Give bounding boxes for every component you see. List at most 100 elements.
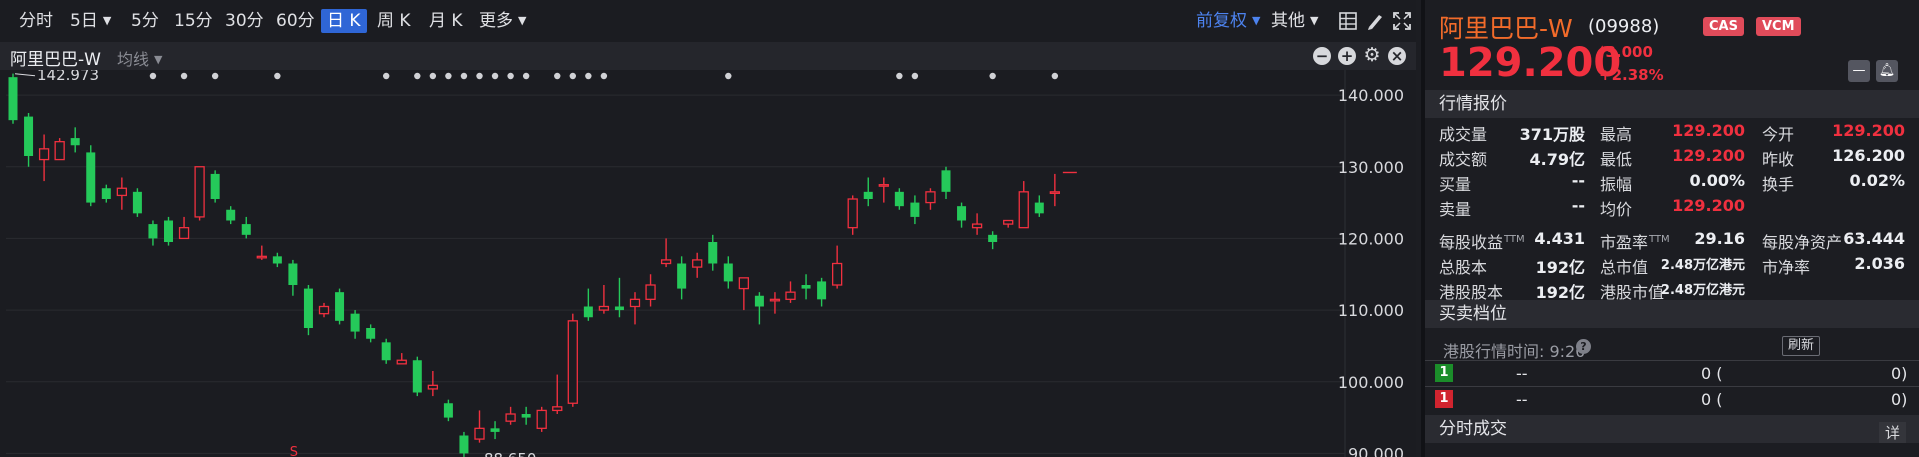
quote-value: -- bbox=[1571, 196, 1585, 215]
chevron-down-icon: ▼ bbox=[1310, 14, 1319, 27]
quote-label: 每股净资产 bbox=[1762, 233, 1843, 252]
candle-body bbox=[381, 342, 391, 361]
grid-icon[interactable] bbox=[1338, 11, 1358, 31]
period-5min[interactable]: 5分 bbox=[128, 9, 162, 33]
candle-body bbox=[769, 298, 781, 302]
bell-icon[interactable]: 🔔︎ bbox=[1876, 60, 1898, 82]
quote-value: 4.431 bbox=[1534, 229, 1585, 248]
chevron-down-icon: ▼ bbox=[1252, 14, 1261, 27]
high-pointer bbox=[14, 73, 36, 77]
adjust-dropdown[interactable]: 前复权 ▼ bbox=[1193, 9, 1263, 33]
candle-body bbox=[894, 191, 904, 207]
indicator-label: 均线 bbox=[117, 50, 150, 69]
period-60min[interactable]: 60分 bbox=[273, 9, 318, 33]
period-monthly-k[interactable]: 月 K bbox=[426, 9, 466, 33]
orderbook-row-ask: 1 -- 0 ( 0) bbox=[1425, 386, 1919, 410]
period-15min[interactable]: 15分 bbox=[171, 9, 216, 33]
vcm-badge[interactable]: VCM bbox=[1756, 17, 1801, 36]
gear-icon[interactable]: ⚙ bbox=[1363, 46, 1381, 65]
candle-body bbox=[957, 206, 967, 221]
event-dot bbox=[507, 72, 514, 80]
candle-body bbox=[567, 320, 578, 404]
candle-body bbox=[350, 313, 360, 332]
quote-label: 市盈率 bbox=[1600, 233, 1649, 252]
quote-label: 成交量 bbox=[1439, 125, 1488, 144]
bid-level-badge: 1 bbox=[1435, 364, 1453, 382]
candle-body bbox=[86, 152, 96, 203]
quote-value: 129.200 bbox=[1832, 121, 1905, 140]
event-dot bbox=[445, 72, 452, 80]
indicator-dropdown[interactable]: 均线 ▼ bbox=[117, 46, 162, 70]
period-30min[interactable]: 30分 bbox=[222, 9, 267, 33]
candle-body bbox=[645, 284, 656, 300]
draw-pen-icon[interactable] bbox=[1365, 11, 1385, 31]
candle-body bbox=[754, 295, 764, 307]
other-dropdown[interactable]: 其他 ▼ bbox=[1268, 9, 1321, 33]
candle-body bbox=[692, 259, 703, 268]
candle-body bbox=[660, 259, 672, 265]
chart-header: 阿里巴巴-W 均线 ▼ − + ⚙ × bbox=[0, 42, 1416, 70]
gridlines bbox=[6, 70, 1346, 457]
quote-value: 63.444 bbox=[1843, 229, 1905, 248]
quote-value: 2.48万亿港元 bbox=[1660, 258, 1745, 273]
chevron-down-icon: ▼ bbox=[154, 53, 163, 66]
candle-body bbox=[116, 187, 127, 197]
y-tick-label: 90.000 bbox=[1348, 444, 1404, 457]
quote-value: 371万股 bbox=[1519, 125, 1585, 144]
event-dot bbox=[1051, 72, 1059, 80]
candle-body bbox=[427, 384, 439, 390]
help-icon[interactable]: ? bbox=[1576, 339, 1591, 354]
y-tick-label: 130.000 bbox=[1338, 158, 1404, 177]
quote-label: 成交额 bbox=[1439, 150, 1488, 169]
candle-body bbox=[303, 288, 313, 328]
other-label: 其他 bbox=[1271, 11, 1305, 31]
detail-button[interactable]: 详 bbox=[1879, 422, 1907, 443]
candle-body bbox=[178, 227, 190, 240]
candle-body bbox=[318, 305, 330, 315]
period-intraday[interactable]: 分时 bbox=[16, 9, 56, 33]
more-label: 更多 bbox=[479, 11, 513, 31]
event-dot bbox=[725, 72, 732, 80]
candle-body bbox=[505, 413, 516, 422]
quote-label: 均价 bbox=[1600, 200, 1633, 219]
quote-label: 市净率 bbox=[1762, 258, 1811, 277]
period-5day[interactable]: 5日 ▼ bbox=[67, 9, 114, 33]
quote-panel: 阿里巴巴-W (09988) CAS VCM 129.200 🠕3.000 +2… bbox=[1421, 0, 1919, 457]
candle-body bbox=[583, 306, 593, 318]
ttm-label: TTM bbox=[1504, 234, 1525, 245]
candle-body bbox=[474, 427, 485, 440]
minus-icon[interactable]: — bbox=[1848, 60, 1870, 82]
candles bbox=[8, 73, 1077, 457]
refresh-button[interactable]: 刷新 bbox=[1782, 336, 1820, 356]
more-periods-dropdown[interactable]: 更多 ▼ bbox=[476, 9, 529, 33]
candle-body bbox=[1049, 191, 1060, 194]
candle-body bbox=[101, 188, 111, 199]
period-daily-k[interactable]: 日 K bbox=[321, 9, 367, 33]
quote-label: 每股收益 bbox=[1439, 233, 1504, 252]
y-axis: 140.000 130.000 120.000 110.000 100.000 90.00… bbox=[1338, 86, 1404, 457]
quote-label: 最低 bbox=[1600, 150, 1633, 169]
minus-circle-icon[interactable]: − bbox=[1313, 47, 1331, 65]
plus-circle-icon[interactable]: + bbox=[1338, 47, 1356, 65]
candle-body bbox=[723, 263, 733, 282]
candle-body bbox=[941, 170, 951, 192]
candlestick-chart[interactable]: 140.000 130.000 120.000 110.000 100.000 90.00… bbox=[0, 70, 1416, 457]
quote-label: 昨收 bbox=[1762, 150, 1795, 169]
period-weekly-k[interactable]: 周 K bbox=[374, 9, 414, 33]
event-dot bbox=[522, 72, 530, 80]
cas-badge[interactable]: CAS bbox=[1703, 17, 1744, 36]
trades-section-header: 分时成交 bbox=[1425, 415, 1919, 443]
period-5day-label: 5日 bbox=[70, 11, 98, 31]
chevron-down-icon: ▼ bbox=[102, 14, 112, 27]
candle-body bbox=[194, 166, 205, 218]
candle-body bbox=[54, 141, 65, 161]
sell-marker: S bbox=[290, 445, 298, 457]
chevron-down-icon: ▼ bbox=[518, 14, 527, 27]
candle-body bbox=[988, 234, 998, 242]
ask-price: -- bbox=[1516, 390, 1528, 409]
candle-body bbox=[910, 202, 920, 217]
close-circle-icon[interactable]: × bbox=[1388, 47, 1406, 65]
chart-panel: 分时 5日 ▼ 5分 15分 30分 60分 日 K 周 K 月 K 更多 ▼ 前复… bbox=[0, 0, 1416, 457]
candle-body bbox=[412, 360, 422, 393]
fullscreen-icon[interactable] bbox=[1392, 11, 1412, 31]
